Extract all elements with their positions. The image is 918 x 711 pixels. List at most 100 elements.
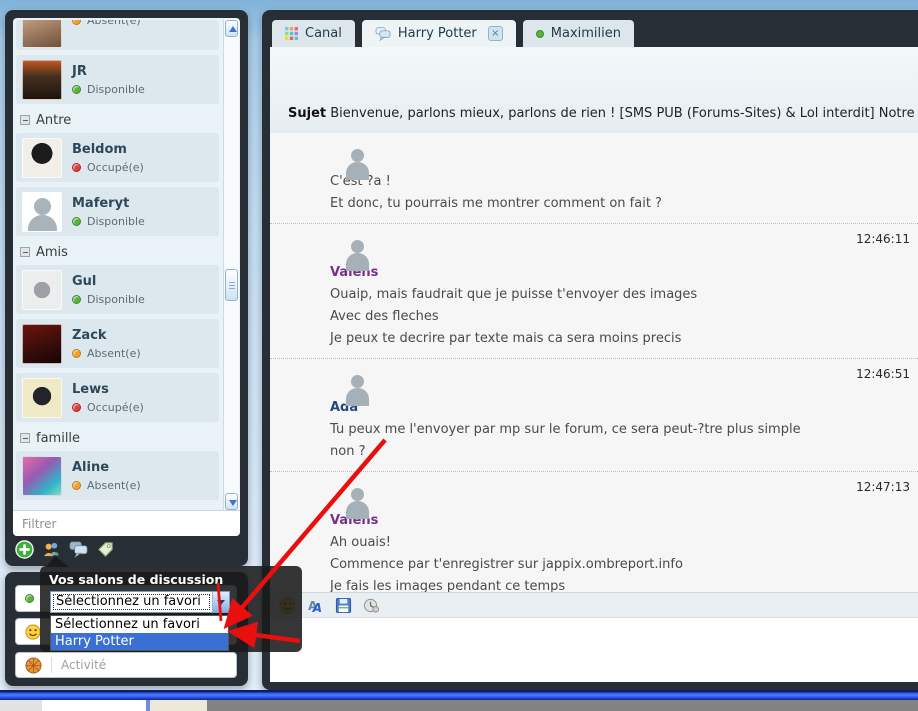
window-bottom-border [0, 690, 918, 700]
message-line: Tu peux me l'envoyer par mp sur le forum… [330, 419, 817, 463]
chat-content: Sujet Bienvenue, parlons mieux, parlons … [270, 47, 918, 682]
presence-online-dot [536, 30, 544, 38]
message-line: Je fais les images pendant ce temps [330, 576, 817, 592]
svg-text:A: A [312, 601, 323, 614]
avatar [343, 148, 373, 180]
roster-group-antre[interactable]: Antre [20, 112, 219, 128]
contact-row[interactable]: Lews Occupé(e) [16, 373, 219, 422]
taskbar-segment [150, 700, 207, 711]
group-label: famille [36, 431, 80, 446]
tab-harry-potter[interactable]: Harry Potter × [362, 20, 516, 47]
scroll-down-button[interactable] [225, 493, 238, 510]
dropdown-option[interactable]: Sélectionnez un favori [51, 616, 228, 633]
roster-group-famille[interactable]: famille [20, 430, 219, 446]
tab-maximilien[interactable]: Maximilien [523, 20, 634, 47]
message-group: Valens 12:47:13 Ah ouais! Commence par t… [270, 472, 918, 592]
roster-scrollbar[interactable] [223, 19, 239, 511]
message-group: Ada 12:46:51 Tu peux me l'envoyer par mp… [270, 359, 918, 472]
contact-status: Disponible [87, 215, 145, 228]
tab-bar: Canal Harry Potter × Maximilien [272, 20, 634, 47]
activity-ball-icon [25, 657, 42, 674]
timestamp: 12:47:13 [856, 480, 910, 494]
roster-group-amis[interactable]: Amis [20, 244, 219, 260]
contact-row[interactable]: Zack Absent(e) [16, 319, 219, 368]
avatar [22, 324, 62, 364]
avatar [343, 374, 373, 406]
collapse-icon[interactable] [20, 433, 30, 443]
rooms-bubbles-icon[interactable] [69, 540, 88, 559]
taskbar-segment [0, 700, 42, 711]
tab-label: Canal [305, 26, 342, 41]
contact-row[interactable]: Maferyt Disponible [16, 187, 219, 236]
presence-away-dot [72, 20, 81, 25]
avatar [22, 192, 62, 232]
presence-busy-dot [72, 163, 81, 172]
room-subject: Sujet Bienvenue, parlons mieux, parlons … [288, 106, 918, 121]
dropdown-option-selected[interactable]: Harry Potter [51, 633, 228, 650]
taskbar-segment [207, 700, 918, 711]
grid-icon [285, 27, 298, 40]
message-line: Commence par t'enregistrer sur jappix.om… [330, 554, 817, 576]
avatar [343, 239, 373, 271]
chevron-down-icon[interactable] [212, 592, 229, 612]
timestamp: 12:46:51 [856, 367, 910, 381]
bubbles-icon [375, 27, 391, 41]
message-line: Et donc, tu pourrais me montrer comment … [330, 193, 817, 215]
scroll-thumb[interactable] [225, 269, 238, 301]
contact-name: Maferyt [72, 196, 145, 211]
sender-name: Valens [330, 510, 817, 532]
taskbar [0, 700, 918, 711]
tab-label: Maximilien [551, 26, 621, 41]
contact-row[interactable]: Absent(e) [16, 20, 219, 50]
save-icon[interactable] [335, 597, 352, 614]
timestamp: 12:46:11 [856, 232, 910, 246]
presence-online-dot [25, 594, 34, 603]
close-icon[interactable]: × [488, 26, 503, 41]
scroll-up-button[interactable] [225, 20, 238, 37]
history-icon[interactable] [363, 597, 380, 614]
avatar [22, 270, 62, 310]
group-label: Antre [36, 113, 71, 128]
desktop: { "roster": { "filter_placeholder": "Fil… [0, 0, 918, 711]
roster-filter[interactable] [13, 510, 240, 536]
divider [51, 657, 52, 674]
sender-name: Valens [330, 262, 817, 284]
contact-row[interactable]: Beldom Occupé(e) [16, 133, 219, 182]
select-dropdown-list: Sélectionnez un favori Harry Potter [50, 615, 229, 651]
avatar [22, 60, 62, 100]
chat-panel: Canal Harry Potter × Maximilien Sujet Bi… [262, 10, 918, 690]
collapse-icon[interactable] [20, 115, 30, 125]
select-value: Sélectionnez un favori [52, 593, 211, 611]
collapse-icon[interactable] [20, 247, 30, 257]
avatar [22, 456, 62, 496]
contact-row[interactable]: Gul Disponible [16, 265, 219, 314]
filter-input[interactable] [13, 511, 240, 536]
favorite-room-select[interactable]: Sélectionnez un favori [50, 591, 230, 613]
message-group: Valens 12:46:11 Ouaip, mais faudrait que… [270, 224, 918, 359]
tab-label: Harry Potter [398, 26, 477, 41]
presence-away-dot [72, 349, 81, 358]
tab-canal[interactable]: Canal [272, 20, 355, 47]
avatar [22, 138, 62, 178]
presence-online-dot [72, 85, 81, 94]
contact-status: Absent(e) [87, 347, 141, 360]
contact-status: Absent(e) [87, 479, 141, 492]
contact-name: Zack [72, 328, 141, 343]
popup-tail [46, 556, 69, 567]
text-style-icon[interactable]: A A [307, 597, 324, 614]
add-contact-icon[interactable] [15, 540, 34, 559]
roster-panel: Absent(e) JR Disponible Antre Beldom [5, 10, 248, 566]
presence-away-dot [72, 481, 81, 490]
activity-input[interactable] [61, 658, 236, 672]
contact-row[interactable]: JR Disponible [16, 55, 219, 104]
message-input[interactable] [270, 618, 918, 682]
room-banner: Sujet Bienvenue, parlons mieux, parlons … [270, 47, 918, 133]
avatar [22, 378, 62, 418]
contact-status: Absent(e) [87, 20, 141, 27]
group-label: Amis [36, 245, 68, 260]
tag-icon[interactable] [96, 540, 115, 559]
presence-online-dot [72, 217, 81, 226]
contact-status: Disponible [87, 83, 145, 96]
activity-row[interactable] [15, 652, 237, 678]
contact-row[interactable]: Aline Absent(e) [16, 451, 219, 500]
